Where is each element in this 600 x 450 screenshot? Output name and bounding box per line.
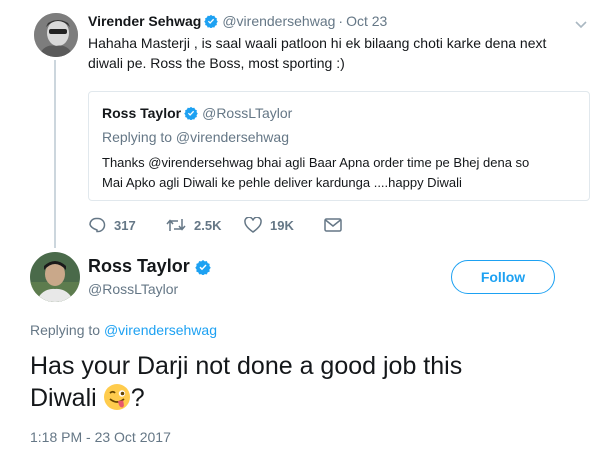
replying-to-prefix: Replying to [30, 322, 101, 338]
replying-to-text: Replying to @virendersehwag [102, 129, 289, 145]
winking-face-with-tongue-icon [103, 383, 131, 411]
author-name: Ross Taylor [102, 105, 182, 121]
like-count: 19K [270, 217, 294, 233]
separator-dot: · [338, 13, 344, 29]
message-button[interactable] [324, 218, 350, 232]
quoted-tweet-text: Thanks @virendersehwag bhai agli Baar Ap… [102, 153, 582, 193]
parent-tweet-text: Hahaha Masterji , is saal waali patloon … [88, 33, 588, 73]
replying-to-text: Replying to @virendersehwag [30, 322, 217, 338]
tweet-date[interactable]: Oct 23 [346, 13, 387, 29]
tweet-text-line-2: Diwali ? [30, 382, 570, 414]
avatar[interactable] [30, 252, 80, 302]
avatar[interactable] [34, 13, 78, 57]
verified-badge-icon [184, 106, 198, 121]
author-handle: @RossLTaylor [202, 105, 293, 121]
envelope-icon [324, 218, 342, 232]
author-name[interactable]: Virender Sehwag [88, 13, 201, 29]
quoted-tweet-card[interactable]: Ross Taylor @RossLTaylor Replying to @vi… [88, 91, 590, 201]
thread-line [54, 60, 56, 248]
reply-icon [89, 217, 106, 233]
main-tweet-text: Has your Darji not done a good job this … [30, 350, 570, 414]
main-author-row: Ross Taylor [88, 256, 215, 277]
tweet-text-suffix: ? [130, 384, 145, 412]
parent-tweet[interactable]: Virender Sehwag @virendersehwag · Oct 23… [0, 0, 600, 248]
tweet-text-word: Diwali [30, 384, 97, 412]
verified-badge-icon [204, 14, 219, 29]
retweet-icon [166, 219, 186, 231]
parent-author-row: Virender Sehwag @virendersehwag · Oct 23 [88, 13, 387, 29]
tweet-text-line: Mai Apko agli Diwali ke pehle deliver ka… [102, 175, 462, 190]
tweet-timestamp[interactable]: 1:18 PM - 23 Oct 2017 [30, 429, 171, 445]
replying-to-link[interactable]: @virendersehwag [104, 322, 217, 338]
quoted-author-row: Ross Taylor @RossLTaylor [102, 105, 292, 121]
author-name[interactable]: Ross Taylor [88, 256, 190, 277]
heart-icon [244, 217, 262, 233]
retweet-button[interactable]: 2.5K [166, 217, 244, 233]
chevron-down-icon[interactable] [575, 16, 587, 29]
tweet-detail-view: Virender Sehwag @virendersehwag · Oct 23… [0, 0, 600, 450]
tweet-text-line: diwali pe. Ross the Boss, most sporting … [88, 55, 345, 71]
verified-badge-icon [194, 259, 211, 275]
follow-button[interactable]: Follow [451, 260, 555, 294]
reply-button[interactable]: 317 [88, 217, 166, 233]
reply-count: 317 [114, 217, 136, 233]
like-button[interactable]: 19K [244, 217, 324, 233]
tweet-text-line: Hahaha Masterji , is saal waali patloon … [88, 35, 547, 51]
retweet-count: 2.5K [194, 217, 222, 233]
tweet-actions: 317 2.5K 19K [88, 215, 350, 235]
author-handle[interactable]: @RossLTaylor [88, 281, 178, 297]
author-handle[interactable]: @virendersehwag [222, 13, 335, 29]
tweet-text-line: Has your Darji not done a good job this [30, 352, 463, 380]
tweet-text-line: Thanks @virendersehwag bhai agli Baar Ap… [102, 155, 530, 170]
